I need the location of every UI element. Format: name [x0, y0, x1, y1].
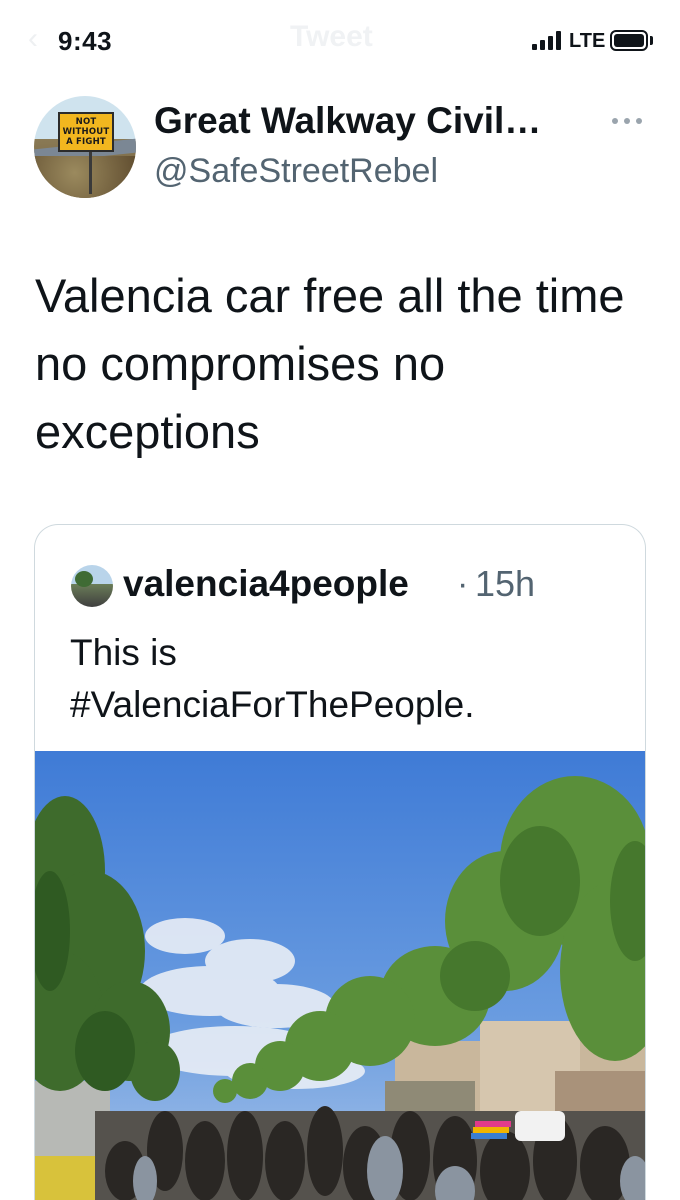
network-type: LTE [569, 30, 606, 52]
quoted-text-line: This is [70, 632, 177, 673]
avatar-sign-line: NOT [75, 117, 97, 127]
avatar-sign-line: A FIGHT [66, 137, 106, 147]
quoted-author-name: valencia4people [123, 563, 409, 604]
author-display-name[interactable]: Great Walkway Civil… [154, 100, 541, 142]
author-handle[interactable]: @SafeStreetRebel [154, 152, 438, 191]
avatar-sign-line: WITHOUT [62, 127, 110, 137]
quoted-tweet-text: This is #ValenciaForThePeople. [70, 627, 630, 731]
status-bar: ‹ Tweet 9:43 LTE [0, 0, 680, 84]
quoted-author-avatar [71, 565, 113, 607]
quoted-timestamp: 15h [475, 563, 536, 604]
cellular-signal-icon [532, 30, 566, 50]
quoted-tweet-photo[interactable] [35, 751, 645, 1200]
battery-icon [610, 30, 648, 51]
battery-cap [650, 36, 653, 45]
status-time: 9:43 [58, 26, 113, 56]
author-avatar[interactable]: NOT WITHOUT A FIGHT [34, 96, 136, 198]
back-arrow-icon[interactable]: ‹ [28, 22, 38, 56]
tweet-text: Valencia car free all the time no compro… [35, 269, 625, 458]
quoted-tweet-card[interactable]: valencia4people · 15h This is #ValenciaF… [34, 524, 646, 1200]
more-options-icon[interactable] [612, 118, 642, 126]
header-title: Tweet [290, 20, 373, 53]
quoted-hashtag[interactable]: #ValenciaForThePeople. [70, 679, 630, 731]
avatar-sign: NOT WITHOUT A FIGHT [58, 112, 114, 152]
separator-dot: · [457, 565, 469, 603]
